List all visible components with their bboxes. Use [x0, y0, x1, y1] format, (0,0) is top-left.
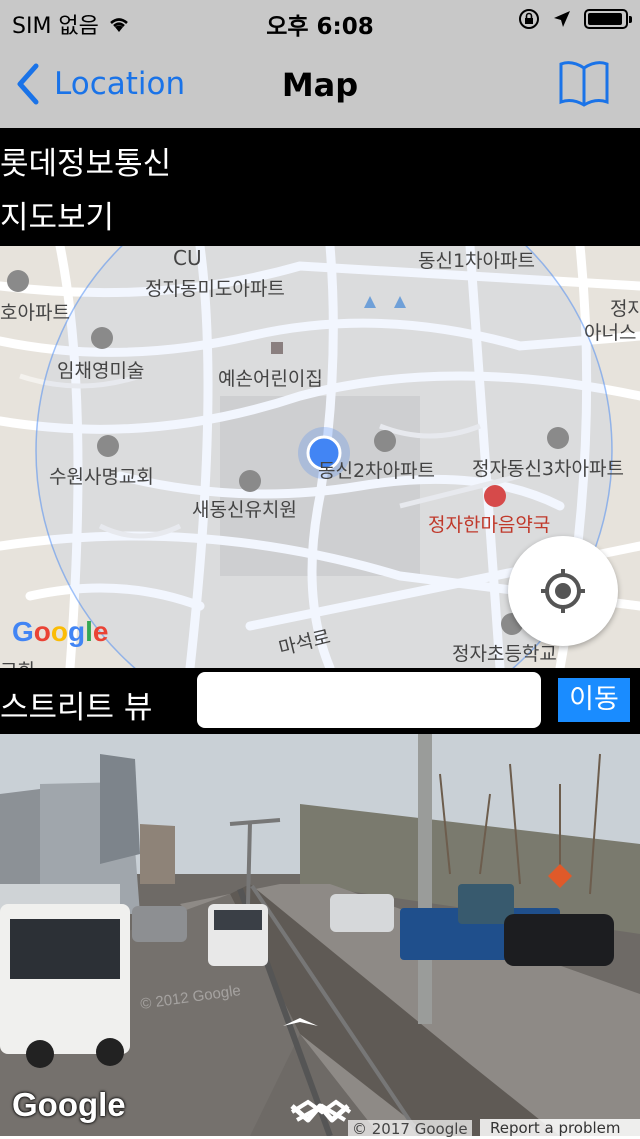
- map-label-kinder: 새동신유치원: [192, 499, 297, 521]
- street-arrow-icon[interactable]: [288, 1096, 352, 1130]
- navigation-bar: Location Map: [0, 40, 640, 128]
- go-button[interactable]: 이동: [558, 678, 630, 722]
- street-view-bar: 스트리트 뷰 이동: [0, 668, 640, 734]
- map-label-apt-left: 호아파트: [0, 302, 70, 324]
- map-label-dongsin1: 동신1차아파트: [418, 250, 535, 272]
- street-view-panorama[interactable]: © 2012 Google Google: [0, 734, 640, 1136]
- my-location-icon: [541, 569, 585, 613]
- street-view-input[interactable]: [197, 672, 541, 728]
- street-view-label: 스트리트 뷰: [0, 690, 153, 726]
- google-logo: Google: [12, 616, 109, 647]
- map-label-suwon: 수원사명교회: [49, 466, 154, 488]
- bookmarks-button[interactable]: [558, 58, 610, 112]
- map-label-cu: CU: [173, 246, 202, 270]
- street-copyright: © 2017 Google: [348, 1120, 472, 1138]
- battery-icon: [584, 9, 632, 29]
- map-label-yeson: 예손어린이집: [218, 368, 323, 390]
- map-label-bottom-left: 교회: [0, 656, 35, 668]
- street-google-logo: Google: [12, 1086, 126, 1123]
- map-label-mido: 정자동미도아파트: [145, 278, 285, 300]
- map-label-jeongja-top: 정자: [610, 298, 640, 320]
- map-label-dongsin3: 정자동신3차아파트: [472, 458, 624, 480]
- page-title: Map: [281, 66, 359, 104]
- status-bar: SIM 없음 오후 6:08: [0, 0, 640, 40]
- lock-rotation-icon: [519, 9, 539, 29]
- map-view[interactable]: CU 동신1차아파트 정자동미도아파트 정자 아너스 호아파트 임채영미술 예손…: [0, 246, 640, 668]
- info-header: 롯데정보통신 지도보기: [0, 128, 640, 246]
- report-problem-link[interactable]: Report a problem: [480, 1119, 640, 1139]
- map-label-pharmacy: 정자한마음약국: [428, 514, 551, 536]
- map-label-anes: 아너스: [584, 322, 637, 344]
- company-name: 롯데정보통신: [0, 146, 172, 182]
- section-subtitle: 지도보기: [0, 200, 115, 236]
- street-scene: [0, 734, 640, 1136]
- my-location-button[interactable]: [508, 536, 618, 646]
- book-icon: [559, 61, 609, 107]
- map-label-dongsin2: 동신2차아파트: [318, 460, 435, 482]
- location-arrow-icon: [554, 11, 570, 27]
- map-label-art: 임채영미술: [57, 360, 145, 382]
